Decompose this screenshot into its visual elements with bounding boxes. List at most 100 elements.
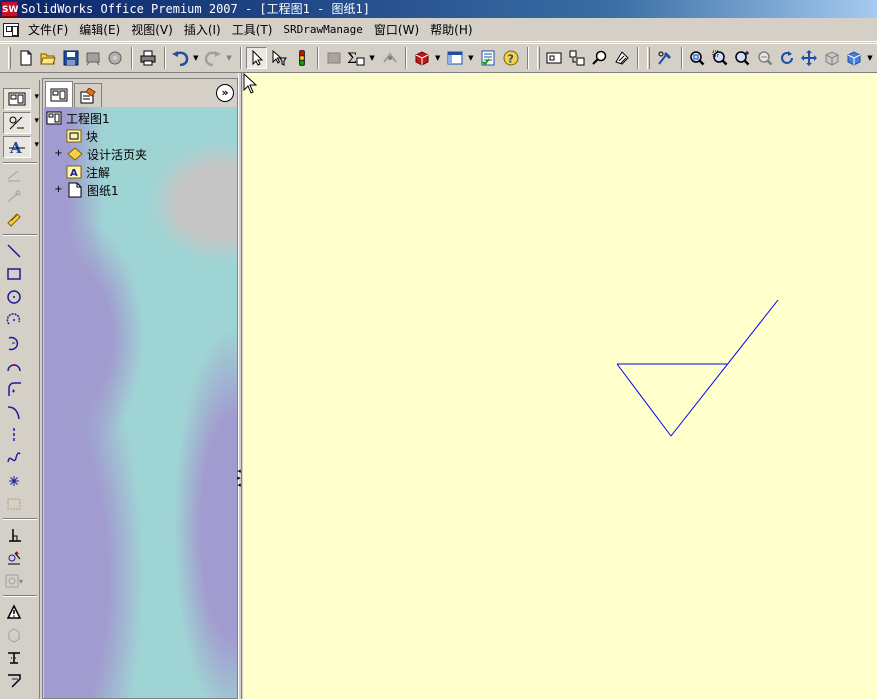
window-icon[interactable]	[445, 47, 466, 69]
sketch-tool-icon[interactable]	[654, 47, 675, 69]
menu-tools[interactable]: 工具(T)	[229, 21, 281, 38]
smart-dimension-icon[interactable]	[3, 208, 25, 230]
feature-tree: 工程图1 块 + 设计活页夹 A 注解 + 图纸1	[44, 107, 237, 698]
menu-srdrawmanage[interactable]: SRDrawManage	[280, 23, 370, 36]
drawing-toolbar-select-icon[interactable]	[3, 88, 39, 110]
print-icon[interactable]	[137, 47, 158, 69]
layer-icon[interactable]	[323, 47, 344, 69]
svg-text:A: A	[70, 168, 78, 179]
auto-balloon-icon[interactable]	[379, 47, 400, 69]
hole-callout-icon[interactable]	[3, 601, 25, 623]
move-view-icon[interactable]	[566, 47, 587, 69]
rotate-icon[interactable]	[776, 47, 797, 69]
display-style-dropdown-icon[interactable]: ▼	[866, 47, 874, 69]
menu-file[interactable]: 文件(F)	[25, 21, 76, 38]
view-box-disabled-icon[interactable]	[3, 624, 25, 646]
tree-item-sheet[interactable]: + 图纸1	[54, 181, 119, 199]
display-relations-icon[interactable]	[3, 547, 25, 569]
menu-view[interactable]: 视图(V)	[128, 21, 181, 38]
tree-item-design-binder[interactable]: + 设计活页夹	[54, 145, 147, 163]
pan-icon[interactable]	[799, 47, 820, 69]
undo-dropdown-icon[interactable]: ▼	[192, 47, 200, 69]
weld-symbol-icon[interactable]	[3, 670, 25, 692]
redo-icon[interactable]	[203, 47, 224, 69]
centerline-disabled-icon[interactable]	[3, 186, 25, 208]
toolbar-separator	[526, 47, 529, 69]
menu-help[interactable]: 帮助(H)	[427, 21, 480, 38]
view-orientation-icon[interactable]	[821, 47, 842, 69]
panel-splitter[interactable]	[238, 73, 242, 699]
feature-tree-tab[interactable]	[45, 81, 73, 107]
tangent-arc-icon[interactable]	[3, 332, 25, 354]
help-icon[interactable]: ?	[500, 47, 521, 69]
options-icon[interactable]	[105, 47, 126, 69]
toolbar-separator	[637, 47, 640, 69]
design-binder-icon	[67, 147, 83, 162]
line-icon[interactable]	[3, 240, 25, 262]
tree-item-annotations[interactable]: A 注解	[66, 163, 110, 181]
toolbar-separator	[680, 47, 683, 69]
sketch-toolbar-select-icon[interactable]	[3, 112, 39, 134]
note-disabled-icon[interactable]	[3, 164, 25, 186]
toolbar-grip[interactable]	[536, 47, 540, 69]
dimension-dropdown-icon[interactable]: ▼	[368, 47, 376, 69]
3point-arc-icon[interactable]	[3, 355, 25, 377]
find-icon[interactable]	[588, 47, 609, 69]
rectangle-icon[interactable]	[3, 263, 25, 285]
snap-disabled-icon[interactable]: ▾	[3, 570, 25, 592]
tree-item-label: 工程图1	[66, 111, 110, 126]
app-logo-icon[interactable]: SW	[1, 1, 18, 17]
display-style-icon[interactable]	[844, 47, 865, 69]
zoom-area-icon[interactable]	[709, 47, 730, 69]
spline-arc-icon[interactable]	[3, 401, 25, 423]
open-folder-icon[interactable]	[37, 47, 58, 69]
zoom-in-out-icon[interactable]	[732, 47, 753, 69]
symbol-right-leg[interactable]	[670, 299, 779, 437]
zoom-fit-icon[interactable]	[687, 47, 708, 69]
tree-item-drawing[interactable]: 工程图1	[46, 109, 110, 127]
redo-dropdown-icon[interactable]: ▼	[225, 47, 233, 69]
drawing-canvas[interactable]	[243, 73, 877, 699]
sketch-toolbar: A	[0, 80, 40, 699]
select-pointer-icon[interactable]	[245, 47, 268, 69]
drawing-view-icon[interactable]	[544, 47, 565, 69]
surface-finish-symbol[interactable]	[616, 299, 779, 437]
zoom-out-icon[interactable]	[754, 47, 775, 69]
menu-insert[interactable]: 插入(I)	[181, 21, 229, 38]
expand-panel-button[interactable]: »	[216, 84, 234, 102]
new-document-icon[interactable]	[15, 47, 36, 69]
rebuild-icon[interactable]	[291, 47, 312, 69]
window-dropdown-icon[interactable]: ▼	[467, 47, 475, 69]
3d-box-icon[interactable]	[411, 47, 432, 69]
spline-icon[interactable]	[3, 447, 25, 469]
construction-geometry-disabled-icon[interactable]	[3, 493, 25, 515]
sketch-fillet-icon[interactable]	[3, 378, 25, 400]
properties-icon[interactable]	[478, 47, 499, 69]
expand-plus-icon[interactable]: +	[54, 148, 63, 159]
save-icon[interactable]	[60, 47, 81, 69]
dimension-icon[interactable]: Σ	[346, 47, 367, 69]
toolbar-grip[interactable]	[8, 47, 11, 69]
3d-box-dropdown-icon[interactable]: ▼	[434, 47, 442, 69]
centerpoint-arc-icon[interactable]	[3, 309, 25, 331]
datum-feature-icon[interactable]	[3, 647, 25, 669]
menu-window[interactable]: 窗口(W)	[371, 21, 427, 38]
tree-item-blocks[interactable]: 块	[66, 127, 98, 145]
menu-edit[interactable]: 编辑(E)	[76, 21, 128, 38]
toolbar-grip[interactable]	[647, 47, 651, 69]
point-icon[interactable]	[3, 470, 25, 492]
circle-icon[interactable]	[3, 286, 25, 308]
symbol-left-leg[interactable]	[616, 363, 672, 437]
document-menu-icon[interactable]	[3, 22, 19, 37]
centerline-icon[interactable]	[3, 424, 25, 446]
splitter-grip-icon[interactable]: ◂ ▸ ◂	[236, 468, 242, 490]
annotation-toolbar-select-icon[interactable]: A	[3, 136, 39, 158]
mouse-cursor-icon	[243, 73, 257, 94]
undo-icon[interactable]	[170, 47, 191, 69]
print-preview-icon[interactable]	[82, 47, 103, 69]
property-manager-tab[interactable]	[74, 83, 102, 107]
expand-plus-icon[interactable]: +	[54, 184, 63, 195]
hatch-icon[interactable]	[611, 47, 632, 69]
select-filter-icon[interactable]	[268, 47, 289, 69]
add-relation-icon[interactable]	[3, 524, 25, 546]
